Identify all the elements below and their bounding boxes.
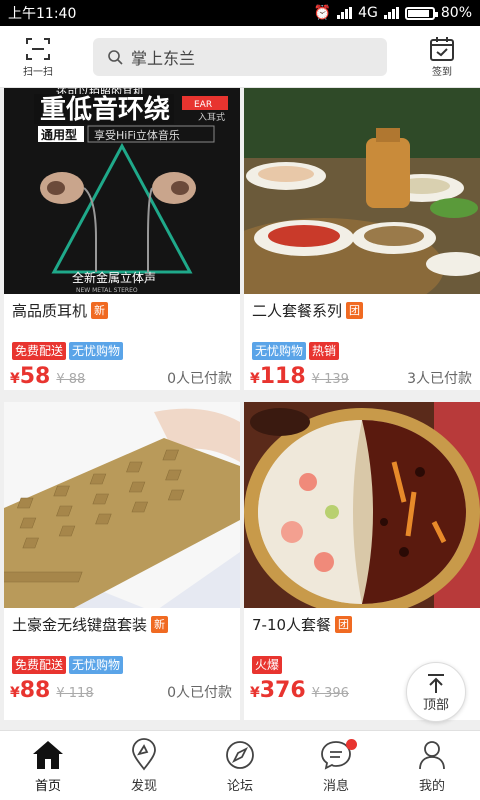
old-price: ¥ 139 [311, 372, 349, 387]
nav-item-forum[interactable]: 论坛 [192, 731, 288, 800]
product-image [4, 402, 240, 608]
product-card[interactable]: 二人套餐系列 团 无忧购物 热销 ¥118 ¥ 139 3人已付款 [244, 88, 480, 390]
scan-icon [26, 38, 50, 60]
network-type: 4G [358, 5, 378, 21]
price: ¥376 [250, 678, 306, 703]
status-bar: 上午11:40 ⏰ 4G 80% [0, 0, 480, 26]
nav-label: 我的 [418, 779, 445, 794]
badge: 免费配送 [12, 342, 67, 360]
ad-line: EAR [194, 100, 212, 110]
price-row: ¥88 ¥ 118 0人已付款 [10, 678, 232, 703]
product-title: 高品质耳机 [12, 302, 88, 320]
price: ¥88 [10, 678, 51, 703]
ad-line: 入耳式 [198, 111, 225, 123]
paid-count: 3人已付款 [407, 371, 472, 387]
product-title-row: 土豪金无线键盘套装 新 [12, 614, 169, 635]
forum-icon [226, 741, 254, 769]
status-icons: ⏰ 4G 80% [314, 5, 472, 21]
badge: 热销 [309, 342, 340, 360]
price-row: ¥58 ¥ 88 0人已付款 [10, 364, 232, 389]
product-title-row: 二人套餐系列 团 [252, 300, 364, 321]
nav-item-message[interactable]: 消息 [288, 731, 384, 800]
product-card[interactable]: 还可以拍照的耳机 重低音环绕 EAR 入耳式 通用型 享受HiFi立体音乐 全新… [4, 88, 240, 390]
back-to-top-label: 顶部 [422, 697, 449, 713]
badge-row: 火爆 [252, 656, 283, 674]
battery-icon [404, 6, 438, 20]
new-tag: 新 [91, 302, 109, 319]
product-title: 土豪金无线键盘套装 [12, 616, 148, 634]
checkin-button[interactable]: 签到 [418, 35, 466, 78]
product-image [244, 88, 480, 294]
scan-button[interactable]: 扫一扫 [14, 35, 62, 78]
search-text: 掌上东兰 [131, 48, 196, 68]
bottom-nav: 首页 发现 论坛 消息 我的 [0, 730, 480, 800]
nav-label: 首页 [34, 779, 61, 794]
nav-label: 消息 [322, 779, 349, 794]
battery-level: 80% [440, 5, 472, 21]
price-row: ¥118 ¥ 139 3人已付款 [250, 364, 472, 389]
nav-item-home[interactable]: 首页 [0, 731, 96, 800]
badge-row: 免费配送 无忧购物 [12, 656, 124, 674]
nav-label: 发现 [130, 779, 157, 794]
product-image: 还可以拍照的耳机 重低音环绕 EAR 入耳式 通用型 享受HiFi立体音乐 全新… [4, 88, 240, 294]
new-tag: 新 [151, 616, 169, 633]
arrow-up-icon [428, 673, 444, 693]
product-card[interactable]: 土豪金无线键盘套装 新 免费配送 无忧购物 ¥88 ¥ 118 0人已付款 [4, 402, 240, 720]
nav-item-discover[interactable]: 发现 [96, 731, 192, 800]
wifi-signal-icon [383, 7, 399, 19]
badge: 火爆 [252, 656, 283, 674]
status-time: 上午11:40 [8, 6, 77, 22]
search-bar[interactable]: 掌上东兰 [93, 37, 387, 76]
product-title-row: 高品质耳机 新 [12, 300, 109, 321]
nav-label: 论坛 [226, 779, 253, 794]
unread-dot [346, 739, 357, 750]
ad-line: 通用型 [41, 127, 77, 142]
group-tag: 团 [346, 302, 364, 319]
product-title-row: 7-10人套餐 团 [252, 614, 353, 635]
badge: 无忧购物 [69, 342, 124, 360]
search-icon [108, 49, 123, 65]
old-price: ¥ 396 [311, 686, 349, 701]
nav-item-profile[interactable]: 我的 [384, 731, 480, 800]
badge: 无忧购物 [252, 342, 307, 360]
paid-count: 0人已付款 [167, 685, 232, 701]
product-image [244, 402, 480, 608]
old-price: ¥ 118 [56, 686, 94, 701]
profile-icon [419, 741, 445, 770]
price: ¥118 [250, 364, 306, 389]
ad-line: 享受HiFi立体音乐 [94, 128, 180, 142]
signal-icon [337, 7, 353, 19]
checkin-label: 签到 [432, 67, 452, 78]
ad-line: 重低音环绕 [40, 94, 170, 125]
ad-line: 全新金属立体声 [72, 270, 156, 285]
price: ¥58 [10, 364, 51, 389]
badge: 免费配送 [12, 656, 67, 674]
product-title: 7-10人套餐 [252, 616, 332, 634]
calendar-check-icon [430, 37, 454, 61]
badge-row: 无忧购物 热销 [252, 342, 340, 360]
alarm-icon: ⏰ [313, 5, 332, 21]
home-icon [33, 741, 63, 769]
back-to-top-button[interactable]: 顶部 [406, 662, 466, 722]
ad-line: NEW METAL STEREO [76, 287, 138, 294]
paid-count: 0人已付款 [167, 371, 232, 387]
badge: 无忧购物 [69, 656, 124, 674]
header: 扫一扫 掌上东兰 签到 [0, 26, 480, 88]
badge-row: 免费配送 无忧购物 [12, 342, 124, 360]
old-price: ¥ 88 [56, 372, 86, 387]
scan-label: 扫一扫 [23, 67, 53, 78]
product-grid: 还可以拍照的耳机 重低音环绕 EAR 入耳式 通用型 享受HiFi立体音乐 全新… [0, 88, 480, 730]
discover-icon [132, 738, 156, 771]
product-title: 二人套餐系列 [252, 302, 343, 320]
group-tag: 团 [335, 616, 353, 633]
